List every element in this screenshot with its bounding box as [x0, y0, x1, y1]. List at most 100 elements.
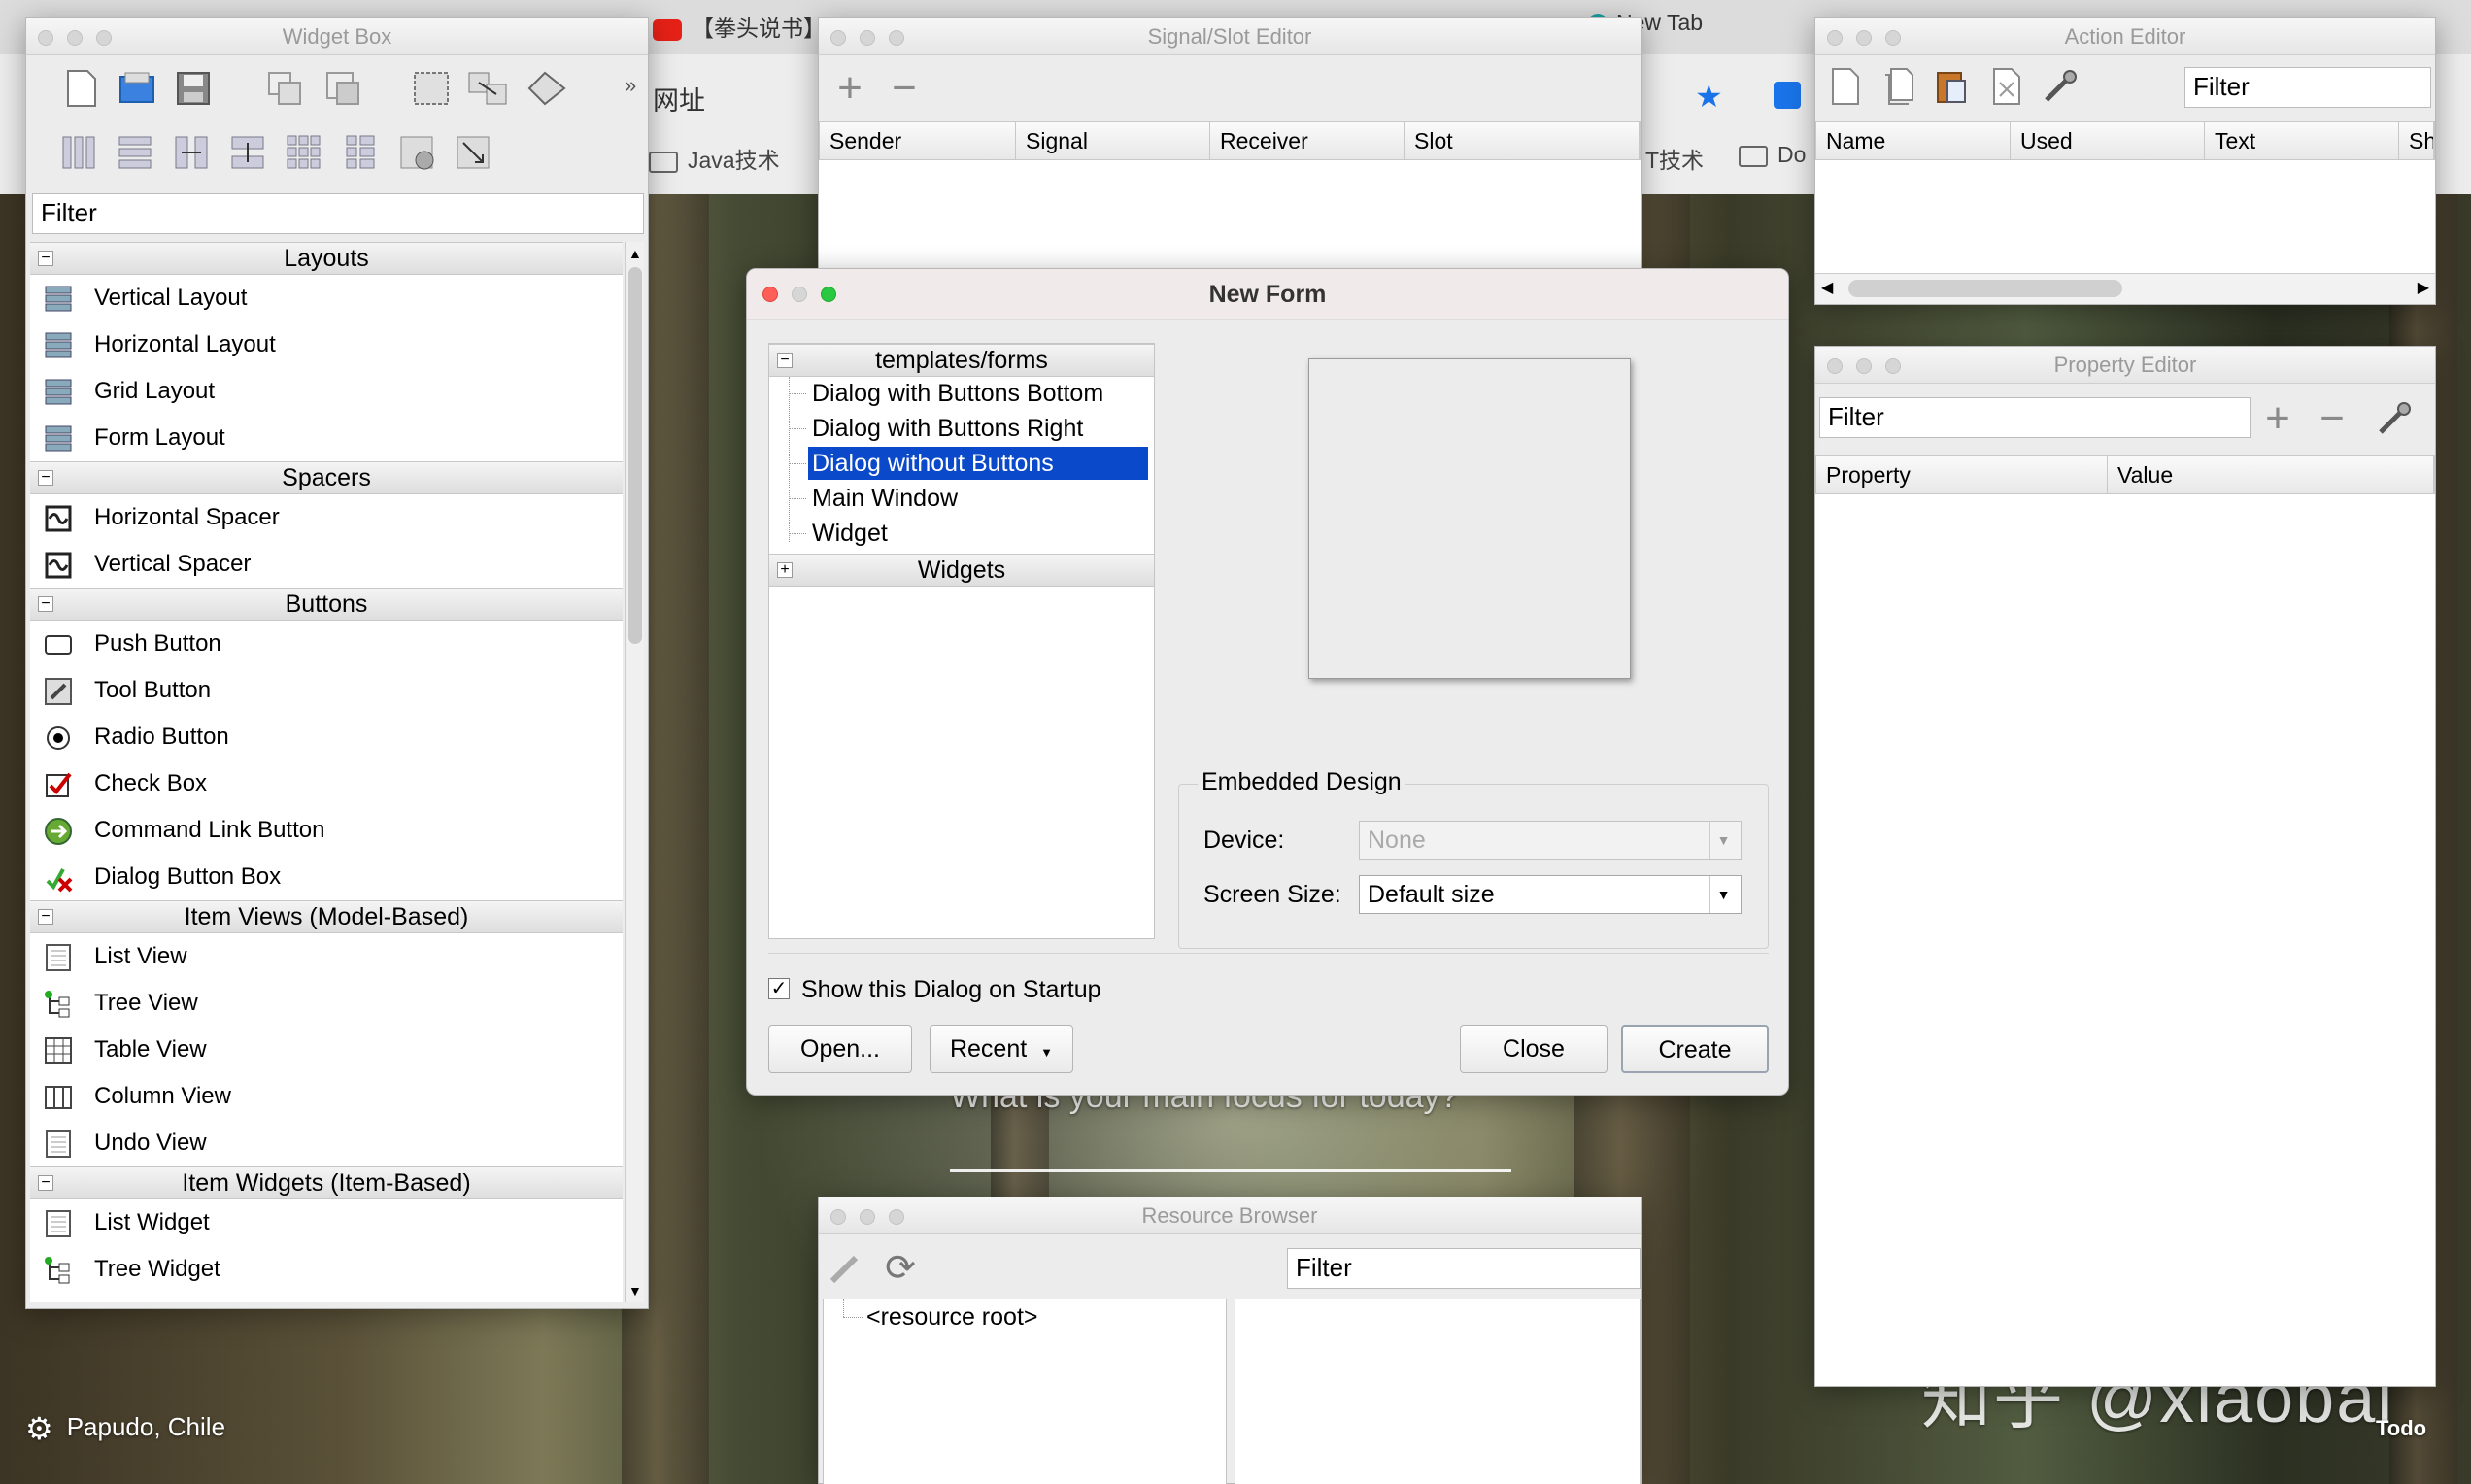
copy-action-icon[interactable] [1878, 65, 1920, 108]
minimize-dot[interactable] [1856, 358, 1872, 374]
widget-list-scrollbar[interactable]: ▲ ▼ [625, 242, 644, 1302]
category-header[interactable]: − Item Widgets (Item-Based) [30, 1166, 623, 1199]
add-dynamic-property-icon[interactable]: + [2256, 394, 2299, 442]
column-receiver[interactable]: Receiver [1210, 122, 1405, 159]
minimize-dot[interactable] [1856, 30, 1872, 46]
edit-signals-icon[interactable] [467, 67, 510, 110]
bookmark-star-icon[interactable]: ★ [1695, 78, 1723, 115]
widget-item[interactable]: Grid Layout [30, 368, 623, 415]
signal-slot-titlebar[interactable]: Signal/Slot Editor [819, 18, 1641, 55]
widget-item[interactable]: Horizontal Spacer [30, 494, 623, 541]
category-header[interactable]: − Layouts [30, 242, 623, 275]
property-filter-input[interactable]: Filter [1819, 397, 2251, 438]
toolbar-overflow-icon[interactable]: » [625, 73, 636, 98]
bookmark-tech[interactable]: T技术 [1645, 142, 1704, 175]
zoom-dot[interactable] [1885, 358, 1901, 374]
template-item[interactable]: Dialog with Buttons Bottom [808, 377, 1148, 410]
column-sender[interactable]: Sender [820, 122, 1016, 159]
zoom-dot[interactable] [889, 1209, 904, 1225]
new-form-titlebar[interactable]: New Form [747, 269, 1788, 320]
widget-item[interactable]: Tool Button [30, 667, 623, 714]
minimize-dot[interactable] [860, 30, 875, 46]
column-name[interactable]: Name [1816, 122, 2011, 159]
collapse-icon[interactable]: − [38, 251, 53, 266]
widget-item[interactable]: Dialog Button Box [30, 854, 623, 900]
signal-slot-list[interactable] [819, 160, 1641, 279]
scroll-down-icon[interactable]: ▼ [628, 1283, 642, 1298]
widget-item[interactable]: Vertical Spacer [30, 541, 623, 588]
remove-dynamic-property-icon[interactable]: − [2311, 394, 2353, 442]
layout-splitter-v-icon[interactable] [226, 131, 269, 174]
paste-icon[interactable] [322, 67, 364, 110]
close-dot[interactable] [830, 30, 846, 46]
template-item[interactable]: Widget [808, 517, 1148, 550]
widget-item[interactable]: Vertical Layout [30, 275, 623, 321]
delete-action-icon[interactable] [1984, 65, 2027, 108]
open-form-icon[interactable] [116, 67, 158, 110]
open-button[interactable]: Open... [768, 1025, 912, 1073]
zoom-dot[interactable] [1885, 30, 1901, 46]
browser-tab-video[interactable]: 【拳头说书】 [653, 10, 826, 43]
new-form-icon[interactable] [59, 67, 102, 110]
close-dot[interactable] [1827, 30, 1843, 46]
widget-item[interactable]: List View [30, 933, 623, 980]
layout-splitter-h-icon[interactable] [170, 131, 213, 174]
scrollbar-thumb[interactable] [1848, 280, 2122, 297]
scroll-left-icon[interactable]: ◀ [1821, 278, 1833, 297]
widget-item[interactable]: Radio Button [30, 714, 623, 760]
column-used[interactable]: Used [2011, 122, 2205, 159]
resource-root-item[interactable]: <resource root> [866, 1303, 1038, 1332]
template-item[interactable]: Dialog without Buttons [808, 447, 1148, 480]
scrollbar-thumb[interactable] [628, 267, 642, 644]
collapse-icon[interactable]: − [38, 1175, 53, 1191]
column-shortcut[interactable]: Sh [2399, 122, 2434, 159]
column-slot[interactable]: Slot [1405, 122, 1640, 159]
startup-checkbox-label[interactable]: Show this Dialog on Startup [801, 976, 1101, 1004]
copy-icon[interactable] [263, 67, 306, 110]
widget-item[interactable]: Undo View [30, 1120, 623, 1166]
break-layout-icon[interactable] [395, 131, 438, 174]
configure-tool-icon[interactable] [2039, 65, 2082, 108]
action-filter-input[interactable]: Filter [2184, 67, 2431, 108]
close-button[interactable]: Close [1460, 1025, 1608, 1073]
column-property[interactable]: Property [1816, 456, 2108, 493]
collapse-icon[interactable]: − [38, 596, 53, 612]
adjust-size-icon[interactable] [452, 131, 494, 174]
column-value[interactable]: Value [2108, 456, 2434, 493]
minimize-dot[interactable] [792, 287, 807, 302]
resource-file-list[interactable] [1235, 1298, 1641, 1484]
close-dot[interactable] [38, 30, 53, 46]
action-editor-titlebar[interactable]: Action Editor [1815, 18, 2435, 55]
focus-input-line[interactable] [950, 1169, 1511, 1172]
startup-checkbox[interactable]: ✓ [768, 978, 790, 999]
minimize-dot[interactable] [67, 30, 83, 46]
resource-filter-input[interactable]: Filter [1287, 1248, 1641, 1289]
widget-item[interactable]: Horizontal Layout [30, 321, 623, 368]
widget-item[interactable]: Command Link Button [30, 807, 623, 854]
action-list[interactable] [1815, 160, 2435, 279]
create-button[interactable]: Create [1621, 1025, 1769, 1073]
widget-filter-input[interactable]: Filter [32, 193, 644, 234]
close-dot[interactable] [830, 1209, 846, 1225]
resource-browser-titlebar[interactable]: Resource Browser [819, 1197, 1641, 1234]
save-form-icon[interactable] [172, 67, 215, 110]
close-dot[interactable] [1827, 358, 1843, 374]
new-action-icon[interactable] [1823, 65, 1866, 108]
scroll-right-icon[interactable]: ▶ [2418, 278, 2429, 297]
close-dot[interactable] [762, 287, 778, 302]
paste-action-icon[interactable] [1930, 65, 1973, 108]
todo-link[interactable]: Todo [2376, 1416, 2426, 1441]
collapse-icon[interactable]: − [38, 909, 53, 925]
layout-form-icon[interactable] [339, 131, 382, 174]
templates-forms-group[interactable]: − templates/forms [769, 344, 1154, 377]
reload-icon[interactable]: ⟳ [879, 1246, 922, 1289]
remove-connection-icon[interactable]: − [883, 64, 926, 112]
bookmark-do[interactable]: Do [1739, 142, 1806, 168]
layout-vertical-icon[interactable] [114, 131, 156, 174]
category-header[interactable]: − Item Views (Model-Based) [30, 900, 623, 933]
edit-tab-order-icon[interactable] [525, 67, 568, 110]
layout-grid-icon[interactable] [283, 131, 325, 174]
template-item[interactable]: Main Window [808, 482, 1148, 515]
zoom-dot[interactable] [821, 287, 836, 302]
collapse-icon[interactable]: − [38, 470, 53, 486]
